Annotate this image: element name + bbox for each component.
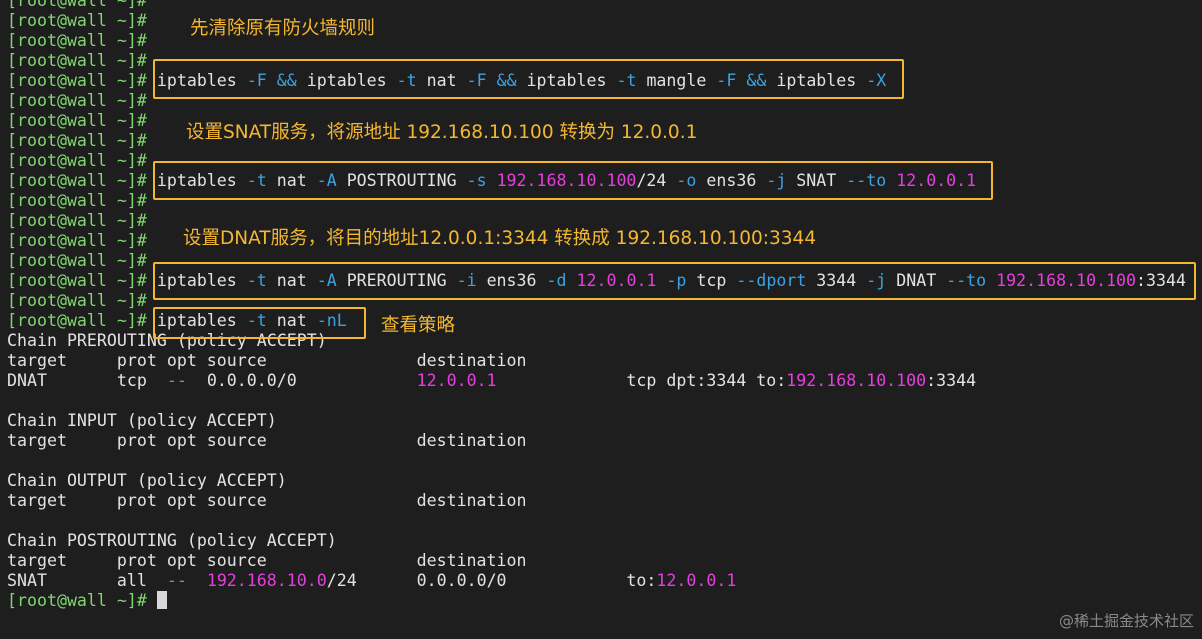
- shell-prompt: [root@wall ~]#: [7, 591, 147, 610]
- ip-address: 12.0.0.1: [416, 371, 497, 390]
- terminal-line: [root@wall ~]#: [7, 31, 147, 51]
- terminal-cursor: [156, 591, 167, 609]
- terminal-line: [root@wall ~]#: [7, 111, 147, 131]
- shell-prompt: [root@wall ~]#: [7, 191, 147, 210]
- ip-address: 192.168.10.0: [206, 571, 327, 590]
- shell-prompt: [root@wall ~]#: [7, 251, 147, 270]
- ip-address: 12.0.0.1: [656, 571, 737, 590]
- shell-prompt: [root@wall ~]#: [7, 91, 147, 110]
- highlight-snat-command: [153, 161, 993, 200]
- terminal-line: [root@wall ~]#: [7, 51, 147, 71]
- terminal-text: Chain POSTROUTING (policy ACCEPT): [7, 531, 337, 550]
- terminal-text: :3344: [926, 371, 977, 390]
- terminal-text: 0.0.0.0/0: [186, 371, 417, 390]
- shell-prompt: [root@wall ~]#: [7, 151, 147, 170]
- watermark: @稀土掘金技术社区: [1058, 612, 1194, 630]
- terminal-text: target prot opt source destination: [7, 491, 527, 510]
- terminal-text: target prot opt source destination: [7, 551, 527, 570]
- annotation-clear-rules: 先清除原有防火墙规则: [190, 18, 376, 39]
- annotation-view-policy: 查看策略: [381, 315, 456, 336]
- shell-prompt: [root@wall ~]#: [7, 51, 147, 70]
- shell-prompt: [root@wall ~]#: [7, 271, 147, 290]
- shell-prompt: [root@wall ~]#: [7, 0, 147, 10]
- terminal-line: [root@wall ~]#: [7, 291, 147, 311]
- terminal-line: [root@wall ~]#: [7, 231, 147, 251]
- terminal-text: tcp dpt:3344 to:: [496, 371, 787, 390]
- ip-address: 192.168.10.100: [786, 371, 927, 390]
- terminal-line: target prot opt source destination: [7, 431, 527, 451]
- terminal-text: Chain OUTPUT (policy ACCEPT): [7, 471, 287, 490]
- terminal-line: Chain POSTROUTING (policy ACCEPT): [7, 531, 337, 551]
- terminal-text: target prot opt source destination: [7, 351, 527, 370]
- terminal-line: [root@wall ~]#: [7, 11, 147, 31]
- terminal-text: SNAT all: [7, 571, 167, 590]
- terminal-text: /24 0.0.0.0/0 to:: [326, 571, 657, 590]
- terminal-text: target prot opt source destination: [7, 431, 527, 450]
- shell-prompt: [root@wall ~]#: [7, 311, 147, 330]
- terminal-line: Chain INPUT (policy ACCEPT): [7, 411, 277, 431]
- shell-prompt: [root@wall ~]#: [7, 171, 147, 190]
- terminal-line: SNAT all -- 192.168.10.0/24 0.0.0.0/0 to…: [7, 571, 736, 591]
- terminal-line: [root@wall ~]#: [7, 211, 147, 231]
- terminal-line: target prot opt source destination: [7, 351, 527, 371]
- shell-prompt: [root@wall ~]#: [7, 211, 147, 230]
- annotation-snat: 设置SNAT服务，将源地址 192.168.10.100 转换为 12.0.0.…: [186, 122, 698, 143]
- terminal-text: Chain INPUT (policy ACCEPT): [7, 411, 277, 430]
- terminal-line: [root@wall ~]#: [7, 591, 167, 611]
- terminal-text: DNAT tcp: [7, 371, 167, 390]
- terminal-line: Chain OUTPUT (policy ACCEPT): [7, 471, 287, 491]
- terminal-line: [root@wall ~]#: [7, 151, 147, 171]
- terminal-line: [root@wall ~]#: [7, 251, 147, 271]
- annotation-dnat: 设置DNAT服务，将目的地址12.0.0.1:3344 转换成 192.168.…: [183, 228, 817, 249]
- terminal-line: [root@wall ~]#: [7, 191, 147, 211]
- command-option: --: [166, 371, 187, 390]
- terminal-line: DNAT tcp -- 0.0.0.0/0 12.0.0.1 tcp dpt:3…: [7, 371, 976, 391]
- highlight-dnat-command: [153, 262, 1196, 300]
- terminal-line: target prot opt source destination: [7, 491, 527, 511]
- shell-prompt: [root@wall ~]#: [7, 11, 147, 30]
- shell-prompt: [root@wall ~]#: [7, 131, 147, 150]
- shell-prompt: [root@wall ~]#: [7, 291, 147, 310]
- terminal-line: [root@wall ~]#: [7, 0, 147, 11]
- shell-prompt: [root@wall ~]#: [7, 231, 147, 250]
- highlight-flush-command: [153, 59, 904, 99]
- command-option: --: [166, 571, 187, 590]
- shell-prompt: [root@wall ~]#: [7, 31, 147, 50]
- terminal-line: target prot opt source destination: [7, 551, 527, 571]
- terminal-line: [root@wall ~]#: [7, 131, 147, 151]
- highlight-list-command: [153, 307, 366, 339]
- shell-prompt: [root@wall ~]#: [7, 71, 147, 90]
- terminal-line: [root@wall ~]#: [7, 91, 147, 111]
- shell-prompt: [root@wall ~]#: [7, 111, 147, 130]
